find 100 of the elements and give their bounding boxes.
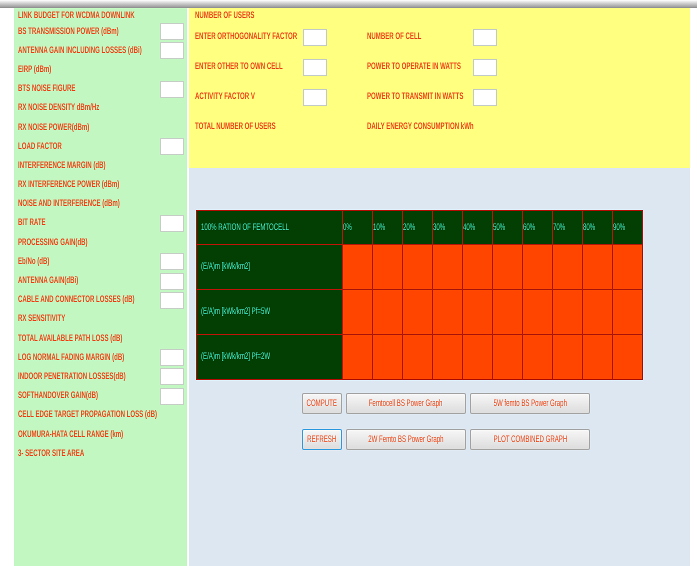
header-cell: 90% xyxy=(612,210,643,244)
action-button[interactable]: REFRESH xyxy=(302,429,342,450)
field-label: 3- SECTOR SITE AREA xyxy=(18,448,84,460)
table-cell xyxy=(372,290,403,334)
field-label: CABLE AND CONNECTOR LOSSES (dB) xyxy=(18,294,135,306)
input-field[interactable] xyxy=(160,292,184,309)
table-cell xyxy=(402,290,433,334)
table-cell xyxy=(522,290,553,334)
input-field[interactable] xyxy=(303,58,327,76)
input-field[interactable] xyxy=(303,88,327,106)
row-header-cell: (E/A)m [kWk/km2] xyxy=(196,244,343,290)
header-cell: 0% xyxy=(342,210,373,244)
field-label: RX SENSITIVITY xyxy=(18,313,66,326)
action-button[interactable]: 2W Femto BS Power Graph xyxy=(346,429,466,450)
header-cell: 80% xyxy=(582,210,613,244)
field-label: OKUMURA-HATA CELL RANGE (km) xyxy=(18,428,124,441)
table-cell xyxy=(402,334,433,380)
table-cell xyxy=(492,244,523,290)
field-label: RX NOISE POWER(dBm) xyxy=(18,122,90,134)
input-field[interactable] xyxy=(160,138,184,156)
field-label: LOG NORMAL FADING MARGIN (dB) xyxy=(18,352,124,364)
table-cell xyxy=(492,290,523,334)
input-field[interactable] xyxy=(160,80,184,98)
field-label: ANTENNA GAIN INCLUDING LOSSES (dBi) xyxy=(18,44,142,57)
input-field[interactable] xyxy=(473,88,497,106)
input-field[interactable] xyxy=(473,58,497,76)
field-label: DAILY ENERGY CONSUMPTION kWh xyxy=(367,121,474,133)
panel-title: LINK BUDGET FOR WCDMA DOWNLINK xyxy=(18,10,135,22)
field-label: NUMBER OF CELL xyxy=(367,31,422,43)
row-header-cell: (E/A)m [kWk/km2] Pf=5W xyxy=(196,290,343,334)
row-header-cell: (E/A)m [kWk/km2] Pf=2W xyxy=(196,334,343,380)
input-field[interactable] xyxy=(473,28,497,46)
field-label: BIT RATE xyxy=(18,217,46,230)
field-label: LOAD FACTOR xyxy=(18,140,62,153)
table-cell xyxy=(432,334,463,380)
action-button[interactable]: Femtocell BS Power Graph xyxy=(346,393,466,414)
input-field[interactable] xyxy=(160,349,184,366)
header-cell: 40% xyxy=(462,210,493,244)
input-field[interactable] xyxy=(160,42,184,60)
table-cell xyxy=(402,244,433,290)
table-cell xyxy=(462,244,493,290)
input-field[interactable] xyxy=(160,253,184,270)
table-cell xyxy=(462,290,493,334)
header-cell: 50% xyxy=(492,210,523,244)
field-label: NOISE AND INTERFERENCE (dBm) xyxy=(18,198,120,210)
table-cell xyxy=(432,290,463,334)
header-cell: 10% xyxy=(372,210,403,244)
header-cell: 30% xyxy=(432,210,463,244)
table-cell xyxy=(462,334,493,380)
table-cell xyxy=(372,244,403,290)
table-cell xyxy=(522,334,553,380)
table-cell xyxy=(612,290,643,334)
table-cell xyxy=(432,244,463,290)
field-label: RX INTERFERENCE POWER (dBm) xyxy=(18,179,120,192)
table-cell xyxy=(342,334,373,380)
table-cell xyxy=(342,244,373,290)
table-cell xyxy=(522,244,553,290)
field-label: POWER TO OPERATE IN WATTS xyxy=(367,61,461,73)
header-label: 100% RATION OF FEMTOCELL xyxy=(201,222,289,234)
field-label: RX NOISE DENSITY dBm/Hz xyxy=(18,102,100,114)
field-label: TOTAL NUMBER OF USERS xyxy=(195,121,276,133)
header-cell: 60% xyxy=(522,210,553,244)
table-cell xyxy=(552,334,583,380)
field-label: Eb/No (dB) xyxy=(18,256,50,268)
field-label: SOFTHANDOVER GAIN(dB) xyxy=(18,390,98,402)
input-field[interactable] xyxy=(303,28,327,46)
action-button[interactable]: PLOT COMBINED GRAPH xyxy=(470,429,590,450)
action-button[interactable]: 5W femto BS Power Graph xyxy=(470,393,590,414)
table-cell xyxy=(372,334,403,380)
input-field[interactable] xyxy=(160,272,184,290)
field-label: BS TRANSMISSION POWER (dBm) xyxy=(18,26,119,38)
field-label: EIRP (dBm) xyxy=(18,64,52,76)
input-field[interactable] xyxy=(160,388,184,405)
table-cell xyxy=(552,290,583,334)
field-label: POWER TO TRANSMIT IN WATTS xyxy=(367,91,464,103)
field-label: ENTER ORTHOGONALITY FACTOR xyxy=(195,31,298,43)
table-cell xyxy=(492,334,523,380)
field-label: CELL EDGE TARGET PROPAGATION LOSS (dB) xyxy=(18,409,158,422)
field-label: INTERFERENCE MARGIN (dB) xyxy=(18,160,106,172)
table-cell xyxy=(582,334,613,380)
action-button[interactable]: COMPUTE xyxy=(302,393,342,414)
header-cell: 70% xyxy=(552,210,583,244)
field-label: ACTIVITY FACTOR V xyxy=(195,91,255,103)
table-cell xyxy=(582,290,613,334)
field-label: TOTAL AVAILABLE PATH LOSS (dB) xyxy=(18,332,122,345)
field-label: ANTENNA GAIN(dBi) xyxy=(18,275,78,288)
table-cell xyxy=(612,244,643,290)
input-field[interactable] xyxy=(160,214,184,232)
field-label: ENTER OTHER TO OWN CELL xyxy=(195,61,283,73)
field-label: INDOOR PENETRATION LOSSES(dB) xyxy=(18,370,126,383)
input-field[interactable] xyxy=(160,368,184,386)
panel-title: NUMBER OF USERS xyxy=(195,10,254,22)
field-label: PROCESSING GAIN(dB) xyxy=(18,236,88,249)
table-cell xyxy=(612,334,643,380)
table-cell xyxy=(342,290,373,334)
table-cell xyxy=(582,244,613,290)
field-label: BTS NOISE FIGURE xyxy=(18,83,76,96)
header-cell: 20% xyxy=(402,210,433,244)
input-field[interactable] xyxy=(160,23,184,40)
table-cell xyxy=(552,244,583,290)
